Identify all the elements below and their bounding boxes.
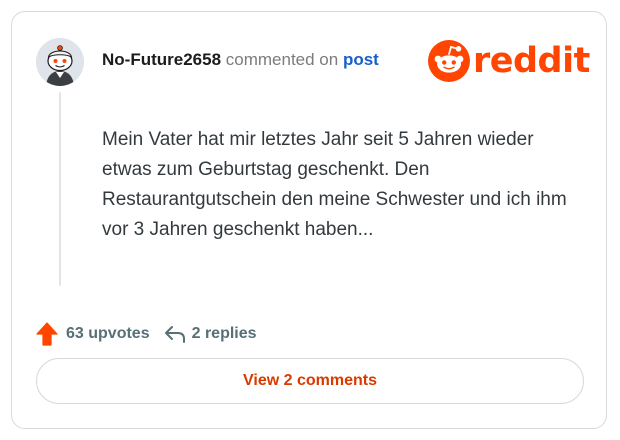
user-avatar[interactable] bbox=[36, 38, 84, 86]
upvote-count: 63 upvotes bbox=[66, 325, 150, 342]
view-comments-button[interactable]: View 2 comments bbox=[36, 358, 584, 404]
replies-link[interactable]: 2 replies bbox=[192, 325, 257, 343]
post-link[interactable]: post bbox=[343, 50, 379, 69]
comment-card: No-Future2658 commented on post reddit M… bbox=[11, 11, 607, 429]
comment-body: Mein Vater hat mir letztes Jahr seit 5 J… bbox=[102, 129, 567, 240]
comment-header: No-Future2658 commented on post bbox=[102, 50, 379, 70]
reddit-wordmark: reddit bbox=[473, 41, 590, 81]
username-link[interactable]: No-Future2658 bbox=[102, 50, 221, 69]
snoo-avatar-icon bbox=[36, 38, 84, 86]
reddit-logo[interactable]: reddit bbox=[428, 40, 590, 82]
reply-arrow-icon[interactable] bbox=[164, 324, 186, 344]
commented-on-text: commented on bbox=[225, 50, 339, 69]
comment-actions: 63 upvotes 2 replies bbox=[36, 321, 257, 347]
thread-line bbox=[59, 92, 61, 286]
reddit-snoo-icon bbox=[428, 40, 470, 82]
upvote-arrow-icon[interactable] bbox=[36, 322, 58, 346]
